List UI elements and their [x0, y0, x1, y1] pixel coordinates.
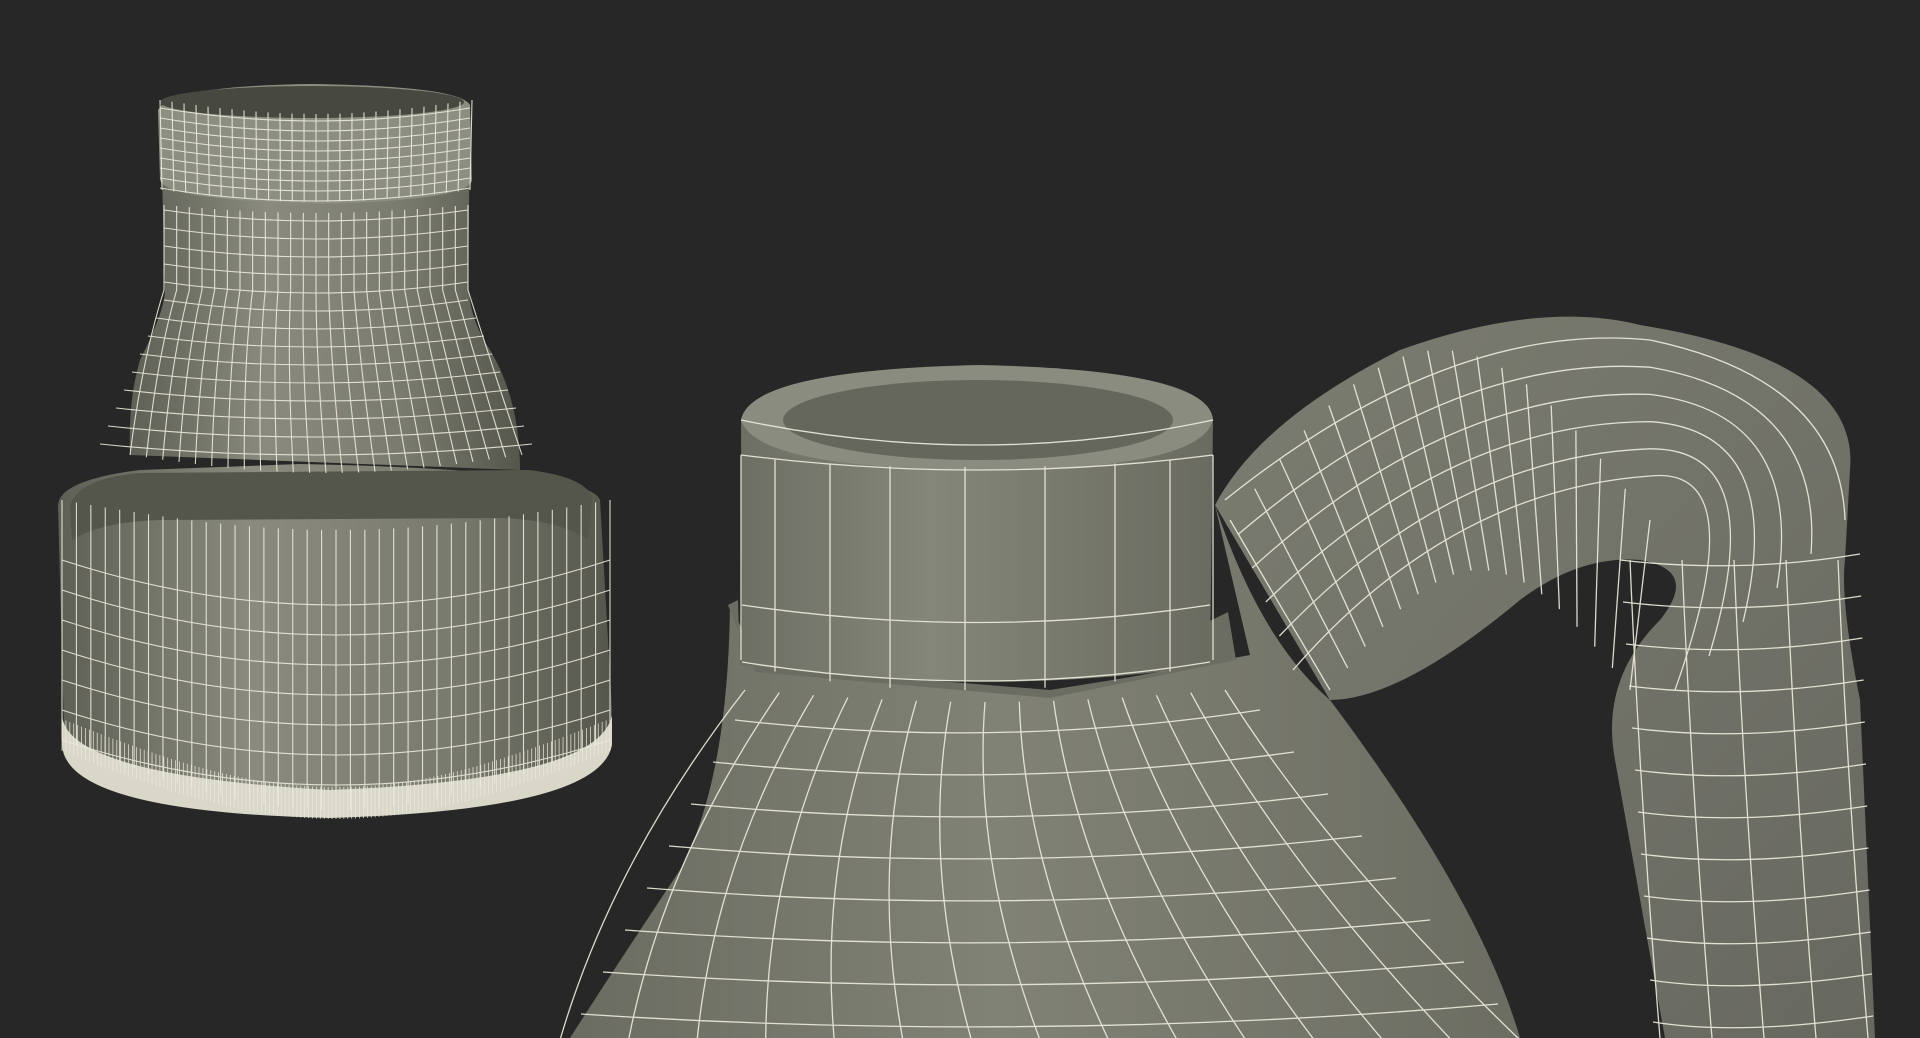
wireframe-render-scene — [0, 0, 1920, 1038]
jug-opening — [783, 380, 1173, 460]
wire-edge — [255, 111, 258, 200]
wire-edge — [374, 111, 377, 200]
cap-opening — [160, 86, 464, 118]
wire-edge — [362, 112, 365, 201]
wire-edge — [267, 112, 270, 201]
